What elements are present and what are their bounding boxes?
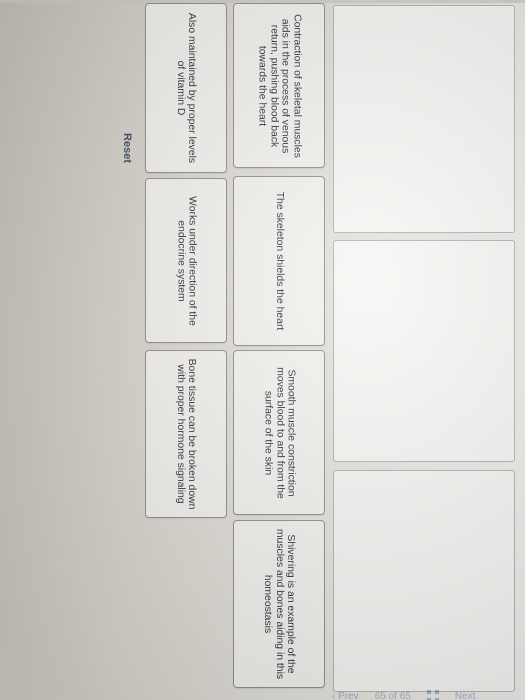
- answer-card-skeleton-shields[interactable]: The skeleton shields the heart: [233, 176, 325, 346]
- drop-target-2[interactable]: [333, 240, 515, 462]
- card-text: Contraction of skeletal muscles aids in …: [256, 13, 303, 158]
- answer-card-endocrine[interactable]: Works under direction of the endocrine s…: [145, 178, 227, 343]
- reset-button[interactable]: Reset: [117, 123, 133, 173]
- answer-card-vitamin-d[interactable]: Also maintained by proper levels of vita…: [145, 3, 227, 173]
- answer-card-bone-tissue[interactable]: Bone tissue can be broken down with prop…: [145, 350, 227, 518]
- card-text: Shivering is an example of the muscles a…: [262, 528, 297, 680]
- card-text: Bone tissue can be broken down with prop…: [175, 358, 198, 510]
- answer-card-smooth-muscle[interactable]: Smooth muscle constriction moves blood t…: [233, 350, 325, 515]
- card-text: Smooth muscle constriction moves blood t…: [262, 366, 297, 499]
- answer-card-shivering[interactable]: Shivering is an example of the muscles a…: [233, 520, 325, 688]
- footer-nav: ‹ Prev 65 of 65 Next: [332, 690, 475, 700]
- next-button[interactable]: Next: [455, 691, 476, 700]
- drop-target-3[interactable]: [333, 470, 515, 692]
- drop-target-1[interactable]: [333, 5, 515, 233]
- page-count: 65 of 65: [374, 690, 411, 700]
- card-text: Also maintained by proper levels of vita…: [175, 12, 198, 164]
- prev-button[interactable]: ‹ Prev: [332, 691, 359, 700]
- chevron-left-icon: ‹: [332, 690, 336, 700]
- card-text: Works under direction of the endocrine s…: [175, 195, 198, 326]
- card-text: The skeleton shields the heart: [273, 191, 285, 331]
- answer-card-venous-return[interactable]: Contraction of skeletal muscles aids in …: [233, 3, 325, 168]
- grid-icon[interactable]: [426, 690, 439, 700]
